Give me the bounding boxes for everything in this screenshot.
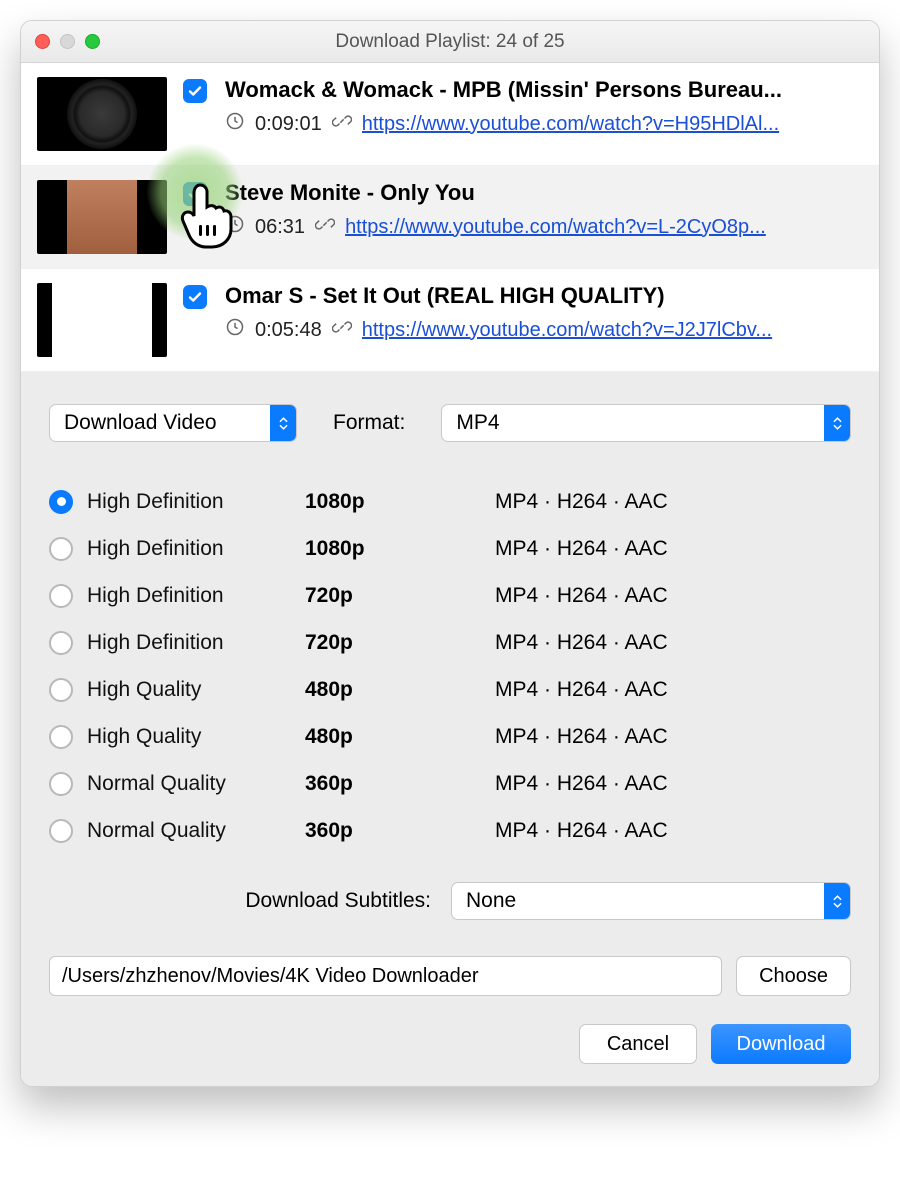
quality-name: High Definition	[87, 584, 305, 608]
quality-name: High Definition	[87, 631, 305, 655]
video-duration: 0:05:48	[255, 319, 322, 342]
quality-radio[interactable]	[49, 772, 73, 796]
select-checkbox[interactable]	[183, 285, 207, 309]
cancel-button[interactable]: Cancel	[579, 1024, 697, 1064]
video-title: Steve Monite - Only You	[225, 180, 861, 206]
quality-resolution: 480p	[305, 725, 495, 749]
video-thumbnail	[37, 283, 167, 357]
quality-resolution: 360p	[305, 819, 495, 843]
quality-radio[interactable]	[49, 537, 73, 561]
video-thumbnail	[37, 180, 167, 254]
quality-radio[interactable]	[49, 631, 73, 655]
quality-list: High Definition 1080p MP4 · H264 · AAC H…	[49, 478, 851, 854]
quality-row[interactable]: High Quality 480p MP4 · H264 · AAC	[49, 713, 851, 760]
list-item: Omar S - Set It Out (REAL HIGH QUALITY) …	[21, 269, 879, 372]
chevron-updown-icon	[270, 405, 296, 441]
quality-resolution: 480p	[305, 678, 495, 702]
video-url[interactable]: https://www.youtube.com/watch?v=H95HDlAl…	[362, 113, 861, 136]
video-title: Omar S - Set It Out (REAL HIGH QUALITY)	[225, 283, 861, 309]
quality-name: High Definition	[87, 537, 305, 561]
quality-resolution: 360p	[305, 772, 495, 796]
video-duration: 0:09:01	[255, 113, 322, 136]
minimize-icon[interactable]	[60, 34, 75, 49]
quality-codec: MP4 · H264 · AAC	[495, 631, 851, 655]
list-item: Womack & Womack - MPB (Missin' Persons B…	[21, 63, 879, 166]
quality-radio[interactable]	[49, 584, 73, 608]
list-item: Steve Monite - Only You 06:31 https://ww…	[21, 166, 879, 269]
chevron-updown-icon	[824, 405, 850, 441]
video-url[interactable]: https://www.youtube.com/watch?v=L-2CyO8p…	[345, 216, 861, 239]
settings-panel: Download Video Format: MP4 High Definiti…	[21, 372, 879, 1086]
quality-radio[interactable]	[49, 490, 73, 514]
subtitles-label: Download Subtitles:	[245, 889, 431, 913]
subtitles-dropdown[interactable]: None	[451, 882, 851, 920]
quality-name: High Definition	[87, 490, 305, 514]
quality-row[interactable]: High Definition 1080p MP4 · H264 · AAC	[49, 525, 851, 572]
quality-codec: MP4 · H264 · AAC	[495, 772, 851, 796]
video-title: Womack & Womack - MPB (Missin' Persons B…	[225, 77, 861, 103]
dialog-window: Download Playlist: 24 of 25 Womack & Wom…	[20, 20, 880, 1087]
path-value: /Users/zhzhenov/Movies/4K Video Download…	[62, 965, 479, 988]
traffic-lights	[35, 34, 100, 49]
quality-codec: MP4 · H264 · AAC	[495, 819, 851, 843]
link-icon	[315, 214, 335, 240]
quality-name: Normal Quality	[87, 772, 305, 796]
quality-name: High Quality	[87, 725, 305, 749]
quality-codec: MP4 · H264 · AAC	[495, 584, 851, 608]
quality-radio[interactable]	[49, 819, 73, 843]
quality-codec: MP4 · H264 · AAC	[495, 678, 851, 702]
titlebar: Download Playlist: 24 of 25	[21, 21, 879, 63]
quality-row[interactable]: High Definition 1080p MP4 · H264 · AAC	[49, 478, 851, 525]
action-value: Download Video	[64, 411, 217, 435]
quality-resolution: 1080p	[305, 537, 495, 561]
download-button[interactable]: Download	[711, 1024, 851, 1064]
path-input[interactable]: /Users/zhzhenov/Movies/4K Video Download…	[49, 956, 722, 996]
choose-button[interactable]: Choose	[736, 956, 851, 996]
quality-codec: MP4 · H264 · AAC	[495, 537, 851, 561]
quality-radio[interactable]	[49, 678, 73, 702]
select-checkbox[interactable]	[183, 79, 207, 103]
format-dropdown[interactable]: MP4	[441, 404, 851, 442]
quality-row[interactable]: High Quality 480p MP4 · H264 · AAC	[49, 666, 851, 713]
select-checkbox[interactable]	[183, 182, 207, 206]
playlist-list: Womack & Womack - MPB (Missin' Persons B…	[21, 63, 879, 372]
quality-codec: MP4 · H264 · AAC	[495, 490, 851, 514]
window-title: Download Playlist: 24 of 25	[21, 31, 879, 53]
quality-codec: MP4 · H264 · AAC	[495, 725, 851, 749]
clock-icon	[225, 214, 245, 240]
format-label: Format:	[333, 411, 405, 435]
link-icon	[332, 111, 352, 137]
format-value: MP4	[456, 411, 499, 435]
clock-icon	[225, 317, 245, 343]
quality-row[interactable]: High Definition 720p MP4 · H264 · AAC	[49, 572, 851, 619]
video-url[interactable]: https://www.youtube.com/watch?v=J2J7lCbv…	[362, 319, 861, 342]
quality-resolution: 720p	[305, 584, 495, 608]
link-icon	[332, 317, 352, 343]
quality-resolution: 720p	[305, 631, 495, 655]
action-dropdown[interactable]: Download Video	[49, 404, 297, 442]
quality-row[interactable]: Normal Quality 360p MP4 · H264 · AAC	[49, 807, 851, 854]
subtitles-value: None	[466, 889, 516, 913]
quality-row[interactable]: Normal Quality 360p MP4 · H264 · AAC	[49, 760, 851, 807]
quality-row[interactable]: High Definition 720p MP4 · H264 · AAC	[49, 619, 851, 666]
video-duration: 06:31	[255, 216, 305, 239]
quality-name: High Quality	[87, 678, 305, 702]
quality-radio[interactable]	[49, 725, 73, 749]
quality-name: Normal Quality	[87, 819, 305, 843]
clock-icon	[225, 111, 245, 137]
video-thumbnail	[37, 77, 167, 151]
zoom-icon[interactable]	[85, 34, 100, 49]
close-icon[interactable]	[35, 34, 50, 49]
chevron-updown-icon	[824, 883, 850, 919]
quality-resolution: 1080p	[305, 490, 495, 514]
